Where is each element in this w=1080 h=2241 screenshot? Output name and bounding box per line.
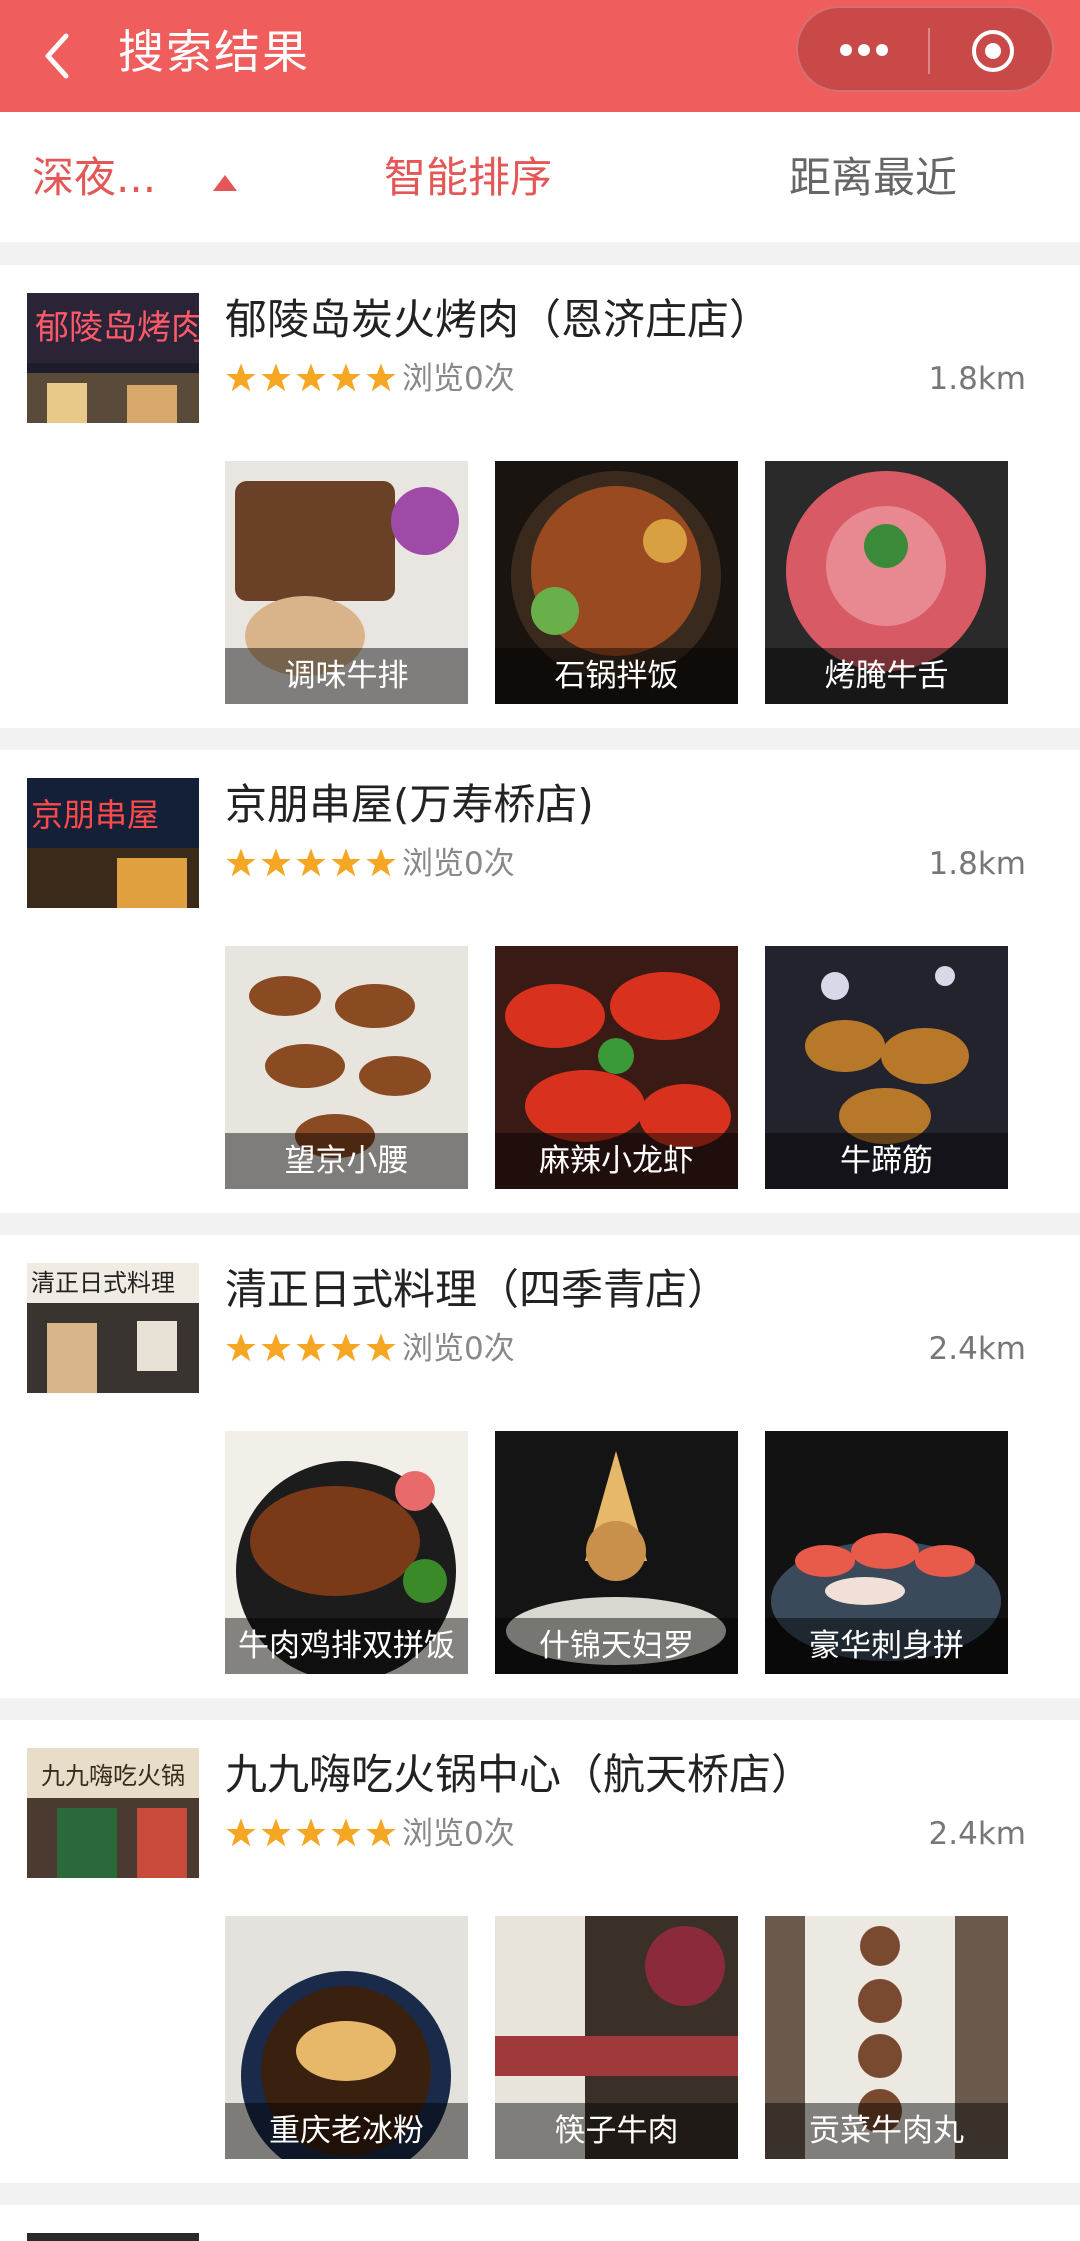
restaurant-thumbnail[interactable] xyxy=(27,2233,199,2241)
restaurant-thumbnail[interactable]: 京朋串屋 xyxy=(27,778,199,908)
filter-late-night[interactable]: 深夜... xyxy=(32,150,156,206)
dish-item[interactable]: 筷子牛肉 xyxy=(495,1916,738,2159)
dish-label: 调味牛排 xyxy=(225,648,468,704)
dish-label: 贡菜牛肉丸 xyxy=(765,2103,1008,2159)
star-icon xyxy=(296,363,326,392)
dish-item[interactable]: 望京小腰 xyxy=(225,946,468,1189)
dish-gallery: 重庆老冰粉 筷子牛肉 贡菜牛肉丸 xyxy=(225,1916,1008,2159)
back-arrow-icon[interactable] xyxy=(38,26,78,86)
star-rating xyxy=(225,1332,397,1366)
star-rating xyxy=(225,1817,397,1851)
restaurant-thumbnail[interactable]: 郁陵岛烤肉 xyxy=(27,293,199,423)
distance: 2.4km xyxy=(928,1816,1026,1852)
distance: 2.4km xyxy=(928,1331,1026,1367)
star-icon xyxy=(296,1818,326,1847)
close-target-icon[interactable] xyxy=(970,28,1016,74)
star-icon xyxy=(366,848,396,877)
restaurant-card[interactable]: 清正日式料理 清正日式料理（四季青店） 浏览0次 2.4km 牛肉鸡排双拼饭 什… xyxy=(0,1235,1080,1698)
star-icon xyxy=(366,1333,396,1362)
dish-item[interactable]: 牛肉鸡排双拼饭 xyxy=(225,1431,468,1674)
star-icon xyxy=(226,848,256,877)
view-count: 浏览0次 xyxy=(402,1331,515,1367)
view-count: 浏览0次 xyxy=(402,361,515,397)
star-icon xyxy=(331,363,361,392)
star-icon xyxy=(296,1333,326,1362)
star-rating xyxy=(225,362,397,396)
star-icon xyxy=(226,1333,256,1362)
star-icon xyxy=(261,1333,291,1362)
filter-smart-sort[interactable]: 智能排序 xyxy=(384,150,552,206)
dish-label: 豪华刺身拼 xyxy=(765,1618,1008,1674)
restaurant-thumbnail[interactable]: 九九嗨吃火锅 xyxy=(27,1748,199,1878)
mini-program-capsule xyxy=(796,6,1054,92)
dish-label: 筷子牛肉 xyxy=(495,2103,738,2159)
star-icon xyxy=(331,1333,361,1362)
star-icon xyxy=(331,848,361,877)
dish-label: 麻辣小龙虾 xyxy=(495,1133,738,1189)
more-dots-icon[interactable] xyxy=(834,32,894,68)
shop-sign-text: 清正日式料理 xyxy=(31,1269,175,1297)
restaurant-card[interactable]: 九九嗨吃火锅 九九嗨吃火锅中心（航天桥店） 浏览0次 2.4km 重庆老冰粉 筷… xyxy=(0,1720,1080,2183)
dish-label: 什锦天妇罗 xyxy=(495,1618,738,1674)
restaurant-card[interactable]: 京朋串屋 京朋串屋(万寿桥店) 浏览0次 1.8km 望京小腰 麻辣小龙虾 牛蹄… xyxy=(0,750,1080,1213)
restaurant-name[interactable]: 九九嗨吃火锅中心（航天桥店） xyxy=(225,1748,813,1802)
dish-item[interactable]: 麻辣小龙虾 xyxy=(495,946,738,1189)
dish-item[interactable]: 重庆老冰粉 xyxy=(225,1916,468,2159)
filter-nearest[interactable]: 距离最近 xyxy=(789,150,957,206)
dish-gallery: 牛肉鸡排双拼饭 什锦天妇罗 豪华刺身拼 xyxy=(225,1431,1008,1674)
star-icon xyxy=(366,363,396,392)
dish-item[interactable]: 烤腌牛舌 xyxy=(765,461,1008,704)
star-rating xyxy=(225,847,397,881)
star-icon xyxy=(261,363,291,392)
dish-item[interactable]: 什锦天妇罗 xyxy=(495,1431,738,1674)
dish-item[interactable]: 石锅拌饭 xyxy=(495,461,738,704)
dish-label: 牛肉鸡排双拼饭 xyxy=(225,1618,468,1674)
shop-sign-text: 京朋串屋 xyxy=(31,796,159,834)
restaurant-name[interactable]: 清正日式料理（四季青店） xyxy=(225,1263,729,1317)
restaurant-card[interactable]: 郁陵岛烤肉 郁陵岛炭火烤肉（恩济庄店） 浏览0次 1.8km 调味牛排 石锅拌饭… xyxy=(0,265,1080,728)
filter-bar: 深夜... 智能排序 距离最近 xyxy=(0,112,1080,242)
star-icon xyxy=(226,363,256,392)
dish-gallery: 望京小腰 麻辣小龙虾 牛蹄筋 xyxy=(225,946,1008,1189)
restaurant-card-partial[interactable] xyxy=(0,2205,1080,2241)
dish-item[interactable]: 牛蹄筋 xyxy=(765,946,1008,1189)
dish-label: 牛蹄筋 xyxy=(765,1133,1008,1189)
dish-item[interactable]: 贡菜牛肉丸 xyxy=(765,1916,1008,2159)
dish-gallery: 调味牛排 石锅拌饭 烤腌牛舌 xyxy=(225,461,1008,704)
capsule-divider xyxy=(928,28,930,74)
dish-label: 重庆老冰粉 xyxy=(225,2103,468,2159)
caret-up-icon[interactable] xyxy=(212,174,238,192)
page-title: 搜索结果 xyxy=(118,25,310,79)
restaurant-name[interactable]: 京朋串屋(万寿桥店) xyxy=(225,778,594,832)
star-icon xyxy=(331,1818,361,1847)
star-icon xyxy=(296,848,326,877)
dish-label: 望京小腰 xyxy=(225,1133,468,1189)
view-count: 浏览0次 xyxy=(402,1816,515,1852)
star-icon xyxy=(366,1818,396,1847)
dish-item[interactable]: 调味牛排 xyxy=(225,461,468,704)
star-icon xyxy=(261,1818,291,1847)
distance: 1.8km xyxy=(928,361,1026,397)
shop-sign-text: 九九嗨吃火锅 xyxy=(41,1762,185,1790)
distance: 1.8km xyxy=(928,846,1026,882)
top-nav-bar: 搜索结果 xyxy=(0,0,1080,112)
star-icon xyxy=(226,1818,256,1847)
restaurant-name[interactable]: 郁陵岛炭火烤肉（恩济庄店） xyxy=(225,293,771,347)
star-icon xyxy=(261,848,291,877)
shop-sign-text: 郁陵岛烤肉 xyxy=(35,308,199,348)
view-count: 浏览0次 xyxy=(402,846,515,882)
dish-label: 石锅拌饭 xyxy=(495,648,738,704)
dish-item[interactable]: 豪华刺身拼 xyxy=(765,1431,1008,1674)
dish-label: 烤腌牛舌 xyxy=(765,648,1008,704)
restaurant-thumbnail[interactable]: 清正日式料理 xyxy=(27,1263,199,1393)
